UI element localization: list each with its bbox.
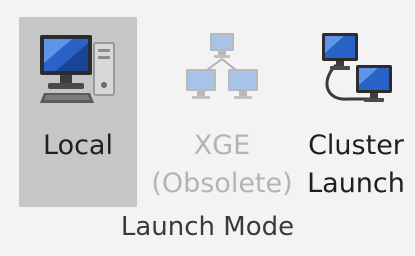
cluster-label: Cluster — [308, 130, 404, 161]
xge-obsolete-label: (Obsolete) — [151, 168, 293, 199]
xge-button[interactable]: XGE (Obsolete) — [140, 17, 304, 207]
group-caption: Launch Mode — [120, 212, 295, 242]
network-computers-icon — [186, 33, 258, 99]
cluster-launch-button[interactable]: Cluster Launch — [297, 17, 415, 207]
launch-mode-group: Local XGE (Obsolete) Cluster Launch Laun… — [0, 0, 415, 256]
local-button[interactable]: Local — [19, 17, 137, 207]
local-label: Local — [43, 130, 113, 161]
xge-label: XGE — [193, 130, 251, 161]
cluster-computers-icon — [322, 33, 392, 102]
local-computer-icon — [40, 35, 115, 103]
cluster-launch-label: Launch — [307, 168, 405, 199]
